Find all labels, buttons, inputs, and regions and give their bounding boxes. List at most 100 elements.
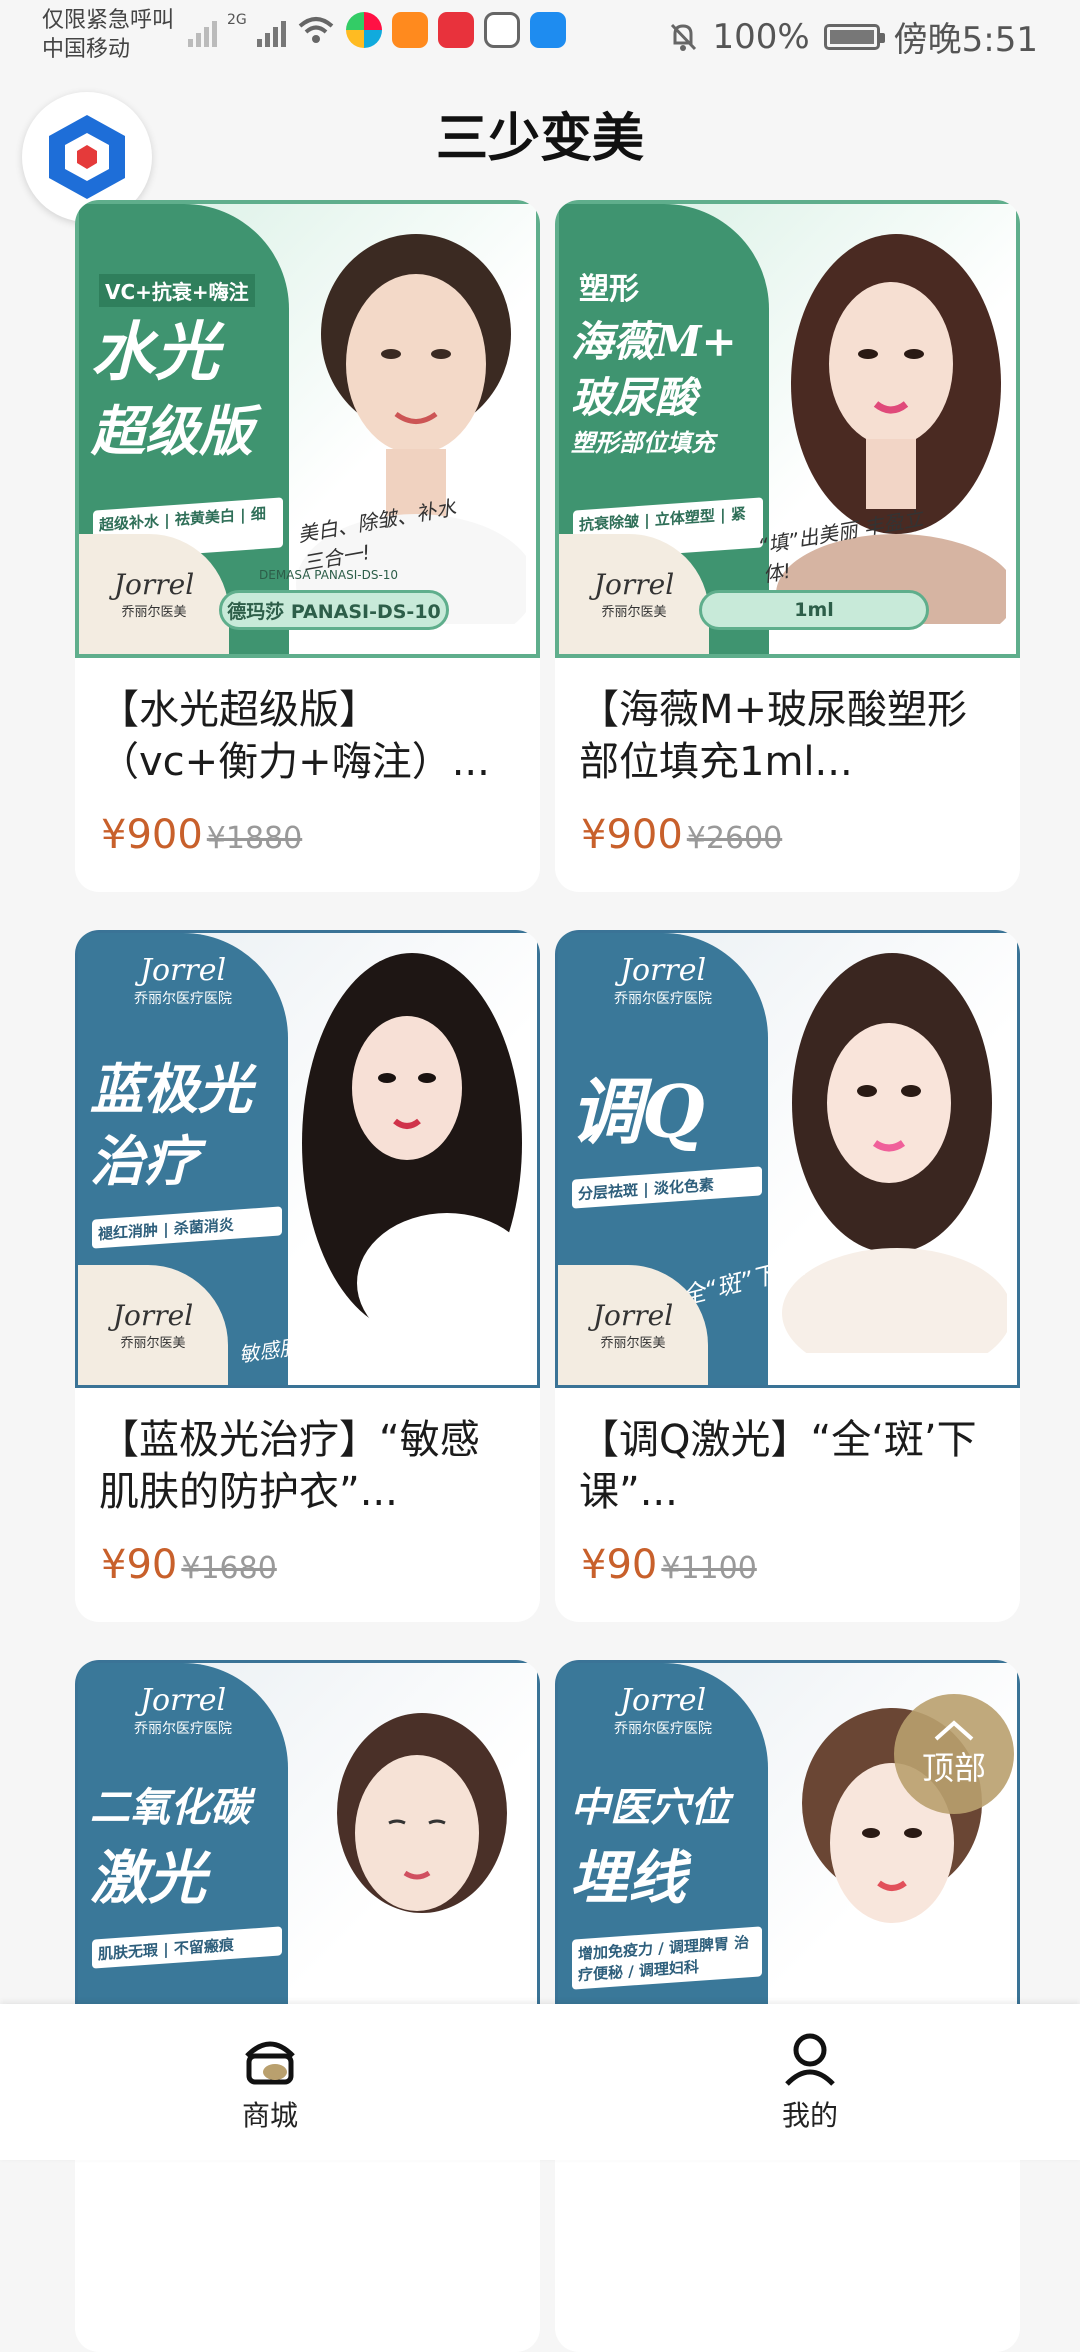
chevron-up-icon — [934, 1720, 974, 1741]
brand-cn: 乔丽尔医疗医院 — [614, 991, 712, 1007]
original-price: ¥2600 — [686, 821, 783, 856]
status-right: 100% 傍晚5:51 — [668, 12, 1038, 61]
image-title-line: 二氧化碳 — [90, 1784, 250, 1831]
product-title: 【水光超级版】（vc+衡力+嗨注）... — [99, 687, 490, 785]
image-title-line: 海薇M+ — [571, 317, 737, 366]
model-photo — [302, 953, 527, 1353]
user-icon — [785, 2033, 835, 2086]
chat-app-icon — [529, 12, 566, 48]
image-tagline: 塑形 — [579, 272, 639, 307]
brand-cn: 乔丽尔医美 — [121, 605, 187, 620]
network-type: 2G — [227, 12, 247, 28]
brand-cn: 乔丽尔医疗医院 — [614, 1721, 712, 1737]
carrier-line1: 仅限紧急呼叫 — [42, 8, 175, 33]
product-title: 【蓝极光治疗】“敏感肌肤的防护衣”... — [99, 1417, 480, 1515]
image-title-line: 蓝极光 — [90, 1057, 252, 1121]
brand-script: Jorrel — [112, 1299, 194, 1332]
status-bar: 仅限紧急呼叫 中国移动 2G 100% 傍晚5:51 — [0, 0, 1080, 70]
product-price: ¥900 — [581, 812, 683, 858]
price-row: ¥900 ¥2600 — [581, 812, 994, 858]
product-price: ¥90 — [581, 1542, 658, 1588]
mute-bell-icon — [671, 23, 697, 51]
product-card[interactable]: Jorrel 乔丽尔医疗医院 调Q 分层祛斑 | 淡化色素 全“斑”下课! Jo… — [555, 930, 1020, 1622]
brand-cn: 乔丽尔医美 — [601, 605, 667, 620]
brand-cn: 乔丽尔医美 — [120, 1336, 186, 1351]
image-title: 调Q — [570, 1073, 770, 1151]
battery-percent: 100% — [712, 16, 810, 57]
battery-icon — [823, 23, 885, 50]
back-to-top-button[interactable]: 顶部 — [894, 1694, 1014, 1814]
tab-label: 商城 — [241, 2099, 298, 2132]
product-image: Jorrel 乔丽尔医疗医院 调Q 分层祛斑 | 淡化色素 全“斑”下课! Jo… — [555, 930, 1020, 1388]
brand-cn: 乔丽尔医美 — [600, 1336, 666, 1351]
image-title-line: 埋线 — [570, 1844, 687, 1912]
hand-app-icon — [483, 12, 520, 48]
product-card[interactable]: Jorrel 乔丽尔医疗医院 蓝极光 治疗 褪红消肿 | 杀菌消炎 敏感肌肤的 … — [75, 930, 540, 1622]
product-price: ¥900 — [101, 812, 203, 858]
image-title-line: 超级版 — [91, 399, 253, 463]
image-title: 蓝极光 治疗 — [90, 1053, 290, 1197]
huawei-app-icon — [437, 12, 474, 48]
shop-icon — [245, 2041, 295, 2085]
tab-shop[interactable]: 商城 — [0, 2004, 540, 2160]
original-price: ¥1880 — [206, 821, 303, 856]
signal-icon-sim2 — [256, 13, 286, 47]
brand-top: Jorrel 乔丽尔医疗医院 — [98, 953, 268, 1008]
image-title-line: 塑形部位填充 — [571, 428, 715, 457]
carrier-line2: 中国移动 — [42, 37, 131, 62]
image-title-line: 中医穴位 — [570, 1784, 730, 1831]
image-title: 中医穴位 埋线 — [570, 1773, 770, 1913]
image-title-line: 玻尿酸 — [571, 373, 698, 422]
product-card[interactable]: 塑形 海薇M+ 玻尿酸 塑形部位填充 抗衰除皱 | 立体塑型 | 紧致饱满 “填… — [555, 200, 1020, 892]
status-icons: 2G — [188, 12, 566, 48]
image-title: 二氧化碳 激光 — [90, 1773, 290, 1913]
brand-script: Jorrel — [619, 953, 707, 988]
image-title-line: 治疗 — [90, 1129, 198, 1193]
image-title: 水光 超级版 — [91, 314, 291, 470]
brand-top: Jorrel 乔丽尔医疗医院 — [98, 1683, 268, 1738]
wifi-icon — [298, 17, 334, 43]
product-image: VC+抗衰+嗨注 水光 超级版 超级补水 | 祛黄美白 | 细化毛孔 美白、除皱… — [75, 200, 540, 658]
tab-profile[interactable]: 我的 — [540, 2004, 1080, 2160]
image-title-line: 调Q — [570, 1069, 705, 1154]
product-card[interactable]: VC+抗衰+嗨注 水光 超级版 超级补水 | 祛黄美白 | 细化毛孔 美白、除皱… — [75, 200, 540, 892]
signal-icon-sim1 — [188, 13, 217, 47]
app-notification-icon — [345, 12, 382, 48]
model-photo — [782, 953, 1007, 1353]
brand-cn: 乔丽尔医疗医院 — [134, 991, 232, 1007]
product-title: 【海薇M+玻尿酸塑形部位填充1ml... — [579, 687, 968, 785]
brand-script: Jorrel — [139, 1683, 227, 1718]
page-title: 三少变美 — [435, 109, 644, 169]
pill-caption: DEMASA PANASI-DS-10 — [259, 568, 399, 582]
price-row: ¥90 ¥1680 — [101, 1542, 514, 1588]
product-title: 【调Q激光】“全‘斑’下课”... — [579, 1417, 977, 1515]
price-row: ¥90 ¥1100 — [581, 1542, 994, 1588]
clock: 傍晚5:51 — [893, 20, 1038, 60]
image-pill: 德玛莎 PANASI-DS-10 — [219, 590, 449, 630]
brand-script: Jorrel — [592, 1299, 674, 1332]
original-price: ¥1680 — [181, 1551, 277, 1586]
brand-top: Jorrel 乔丽尔医疗医院 — [578, 1683, 748, 1738]
brand-top: Jorrel 乔丽尔医疗医院 — [578, 953, 748, 1008]
original-price: ¥1100 — [661, 1551, 757, 1586]
product-price: ¥90 — [101, 1542, 178, 1588]
image-title-line: 水光 — [91, 315, 219, 390]
brand-script: Jorrel — [619, 1683, 707, 1718]
carrier-info: 仅限紧急呼叫 中国移动 — [42, 6, 174, 64]
tab-label: 我的 — [781, 2099, 838, 2132]
brand-script: Jorrel — [593, 568, 675, 601]
image-pill: 1ml — [699, 590, 929, 630]
back-to-top-label: 顶部 — [921, 1749, 986, 1787]
image-title-line: 激光 — [90, 1844, 207, 1912]
brand-script: Jorrel — [113, 568, 195, 601]
bottom-tab-bar: 商城 我的 — [0, 2004, 1080, 2160]
price-row: ¥900 ¥1880 — [101, 812, 514, 858]
image-title: 海薇M+ 玻尿酸 塑形部位填充 — [571, 314, 771, 460]
image-tagline: VC+抗衰+嗨注 — [99, 274, 255, 307]
product-image: 塑形 海薇M+ 玻尿酸 塑形部位填充 抗衰除皱 | 立体塑型 | 紧致饱满 “填… — [555, 200, 1020, 658]
product-image: Jorrel 乔丽尔医疗医院 蓝极光 治疗 褪红消肿 | 杀菌消炎 敏感肌肤的 … — [75, 930, 540, 1388]
app-header: 三少变美 — [0, 70, 1080, 222]
brand-cn: 乔丽尔医疗医院 — [134, 1721, 232, 1737]
brand-script: Jorrel — [139, 953, 227, 988]
video-app-icon — [391, 12, 428, 48]
